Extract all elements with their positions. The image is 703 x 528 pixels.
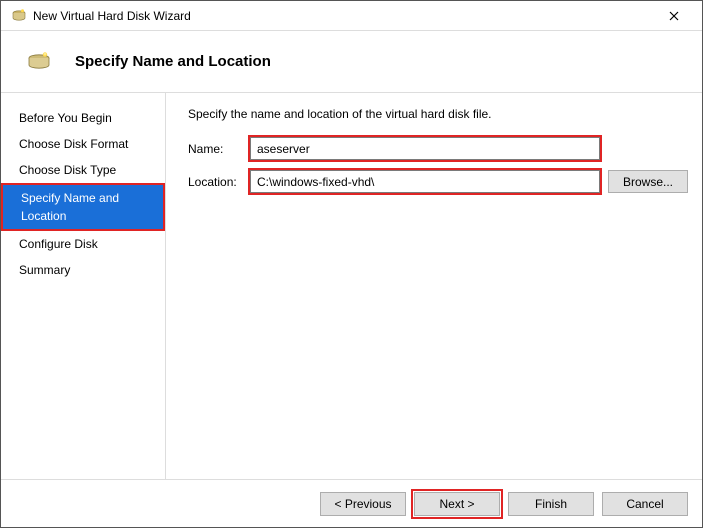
wizard-header: Specify Name and Location (1, 31, 702, 93)
step-summary[interactable]: Summary (1, 257, 165, 283)
finish-button[interactable]: Finish (508, 492, 594, 516)
browse-button[interactable]: Browse... (608, 170, 688, 193)
disk-icon (23, 52, 55, 72)
name-input[interactable] (250, 137, 600, 160)
step-configure-disk[interactable]: Configure Disk (1, 231, 165, 257)
location-input[interactable] (250, 170, 600, 193)
step-choose-disk-type[interactable]: Choose Disk Type (1, 157, 165, 183)
next-button[interactable]: Next > (414, 492, 500, 516)
wizard-window: New Virtual Hard Disk Wizard Specify Nam… (0, 0, 703, 528)
page-heading: Specify Name and Location (75, 53, 271, 70)
previous-button[interactable]: < Previous (320, 492, 406, 516)
titlebar: New Virtual Hard Disk Wizard (1, 1, 702, 31)
step-choose-disk-format[interactable]: Choose Disk Format (1, 131, 165, 157)
steps-sidebar: Before You Begin Choose Disk Format Choo… (1, 93, 166, 479)
wizard-footer: < Previous Next > Finish Cancel (1, 479, 702, 527)
step-before-you-begin[interactable]: Before You Begin (1, 105, 165, 131)
location-row: Location: Browse... (188, 170, 688, 193)
disk-icon (11, 8, 27, 24)
content-pane: Specify the name and location of the vir… (166, 93, 702, 479)
location-label: Location: (188, 175, 250, 189)
close-button[interactable] (654, 2, 694, 30)
instruction-text: Specify the name and location of the vir… (188, 107, 688, 121)
window-title: New Virtual Hard Disk Wizard (33, 9, 654, 23)
cancel-button[interactable]: Cancel (602, 492, 688, 516)
wizard-body: Before You Begin Choose Disk Format Choo… (1, 93, 702, 479)
name-label: Name: (188, 142, 250, 156)
name-row: Name: (188, 137, 688, 160)
step-specify-name-location[interactable]: Specify Name and Location (1, 183, 165, 231)
